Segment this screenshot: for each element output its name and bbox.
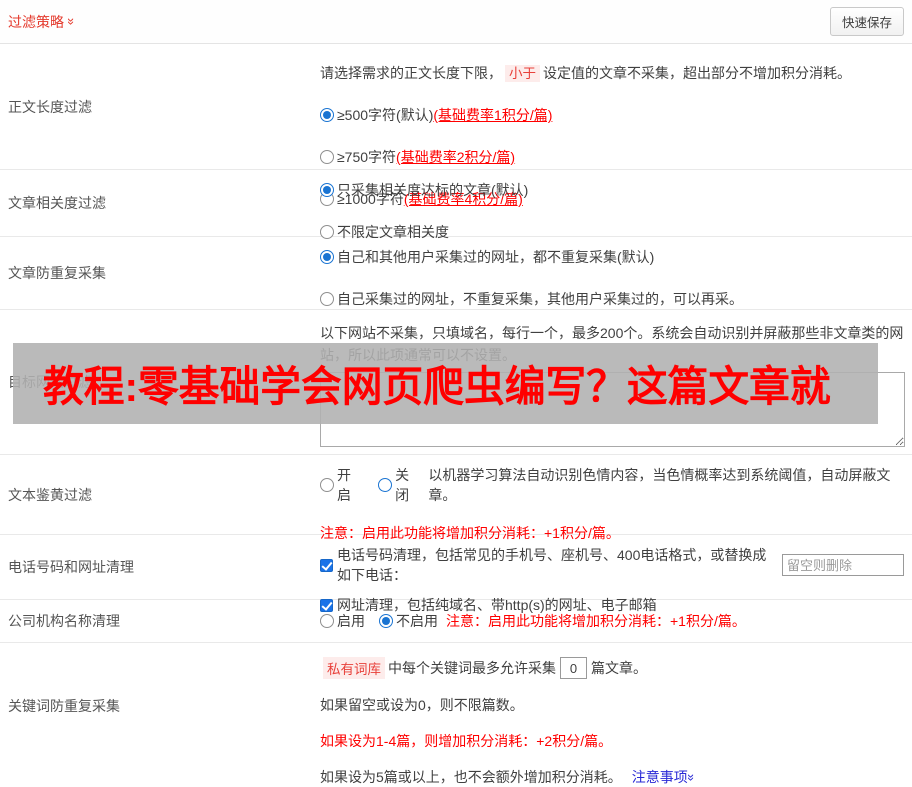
radio-icon[interactable]: [320, 108, 334, 122]
section-label: 电话号码和网址清理: [8, 559, 134, 575]
section-label: 文本鉴黄过滤: [8, 486, 92, 503]
quick-save-button[interactable]: 快速保存: [829, 7, 904, 36]
radio-icon[interactable]: [379, 614, 393, 628]
radio-dedupe-all[interactable]: 自己和其他用户采集过的网址，都不重复采集(默认): [320, 247, 904, 267]
radio-icon[interactable]: [320, 183, 334, 197]
company-enable-label[interactable]: 启用: [337, 611, 365, 631]
chevron-down-icon: »: [683, 773, 699, 781]
length-intro: 请选择需求的正文长度下限， 小于 设定值的文章不采集，超出部分不增加积分消耗。: [320, 65, 851, 82]
notice-link[interactable]: 注意事项: [632, 767, 688, 787]
section-porn-filter: 文本鉴黄过滤 开启 关闭 以机器学习算法自动识别色情内容，当色情概率达到系统阈值…: [0, 455, 912, 541]
promo-overlay-banner: 教程:零基础学会网页爬虫编写？这篇文章就: [13, 343, 878, 424]
section-dedupe-collect: 文章防重复采集 自己和其他用户采集过的网址，都不重复采集(默认) 自己采集过的网…: [0, 237, 912, 310]
page-title[interactable]: 过滤策略 »: [8, 12, 80, 32]
replacement-phone-input[interactable]: [782, 554, 904, 576]
radio-icon[interactable]: [320, 250, 334, 264]
porn-filter-options: 开启 关闭 以机器学习算法自动识别色情内容，当色情概率达到系统阈值，自动屏蔽文章…: [320, 465, 904, 505]
company-fee-note: 注意：启用此功能将增加积分消耗：+1积分/篇。: [446, 613, 746, 629]
keyword-limit-line: 私有词库 中每个关键词最多允许采集 篇文章。: [320, 657, 904, 679]
radio-dedupe-self[interactable]: 自己采集过的网址，不重复采集，其他用户采集过的，可以再采。: [320, 289, 904, 309]
phone-clean-option[interactable]: 电话号码清理，包括常见的手机号、座机号、400电话格式，或替换成如下电话：: [320, 545, 904, 585]
radio-option-750[interactable]: ≥750字符 (基础费率2积分/篇): [320, 147, 904, 167]
section-label: 公司机构名称清理: [8, 613, 120, 629]
radio-icon[interactable]: [320, 292, 334, 306]
section-text-length-filter: 正文长度过滤 请选择需求的正文长度下限， 小于 设定值的文章不采集，超出部分不增加积…: [0, 44, 912, 207]
chevron-down-icon: »: [64, 17, 80, 26]
section-label: 关键词防重复采集: [8, 697, 120, 714]
radio-icon[interactable]: [320, 614, 334, 628]
radio-icon[interactable]: [378, 478, 393, 492]
max-articles-input[interactable]: [560, 657, 587, 679]
section-company-clean: 公司机构名称清理 启用 不启用 注意：启用此功能将增加积分消耗：+1积分/篇。: [0, 600, 912, 643]
porn-on-label[interactable]: 开启: [337, 465, 364, 505]
keyword-note-empty: 如果留空或设为0，则不限篇数。: [320, 697, 524, 713]
section-label: 文章防重复采集: [8, 265, 106, 281]
checkbox-icon[interactable]: [320, 598, 333, 612]
private-lexicon-badge: 私有词库: [323, 657, 385, 679]
page-title-text: 过滤策略: [8, 13, 64, 30]
checkbox-icon[interactable]: [320, 558, 333, 572]
section-keyword-dedupe: 关键词防重复采集 私有词库 中每个关键词最多允许采集 篇文章。 如果留空或设为0…: [0, 643, 912, 785]
promo-overlay-text: 教程:零基础学会网页爬虫编写？这篇文章就: [43, 363, 831, 410]
header-bar: 过滤策略 » 快速保存: [0, 0, 912, 44]
radio-icon[interactable]: [320, 225, 334, 239]
porn-off-label[interactable]: 关闭: [395, 465, 422, 505]
porn-desc: 以机器学习算法自动识别色情内容，当色情概率达到系统阈值，自动屏蔽文章。: [428, 467, 891, 503]
less-than-badge: 小于: [505, 65, 540, 82]
keyword-fee-note: 如果设为1-4篇，则增加积分消耗：+2积分/篇。: [320, 733, 613, 749]
radio-icon[interactable]: [320, 478, 334, 492]
fee-note: (基础费率1积分/篇): [433, 107, 553, 123]
section-relevance-filter: 文章相关度过滤 只采集相关度达标的文章(默认) 不限定文章相关度: [0, 170, 912, 240]
section-label: 正文长度过滤: [8, 98, 92, 115]
section-phone-url-clean: 电话号码和网址清理 电话号码清理，包括常见的手机号、座机号、400电话格式，或替…: [0, 535, 912, 613]
radio-option-500[interactable]: ≥500字符(默认) (基础费率1积分/篇): [320, 105, 904, 125]
company-disable-label[interactable]: 不启用: [396, 611, 438, 631]
fee-note: (基础费率2积分/篇): [396, 149, 516, 165]
section-label: 文章相关度过滤: [8, 195, 106, 211]
radio-icon[interactable]: [320, 150, 334, 164]
keyword-note-five: 如果设为5篇或以上，也不会额外增加积分消耗。 注意事项 »: [320, 767, 699, 787]
radio-relevance-strict[interactable]: 只采集相关度达标的文章(默认): [320, 180, 904, 200]
